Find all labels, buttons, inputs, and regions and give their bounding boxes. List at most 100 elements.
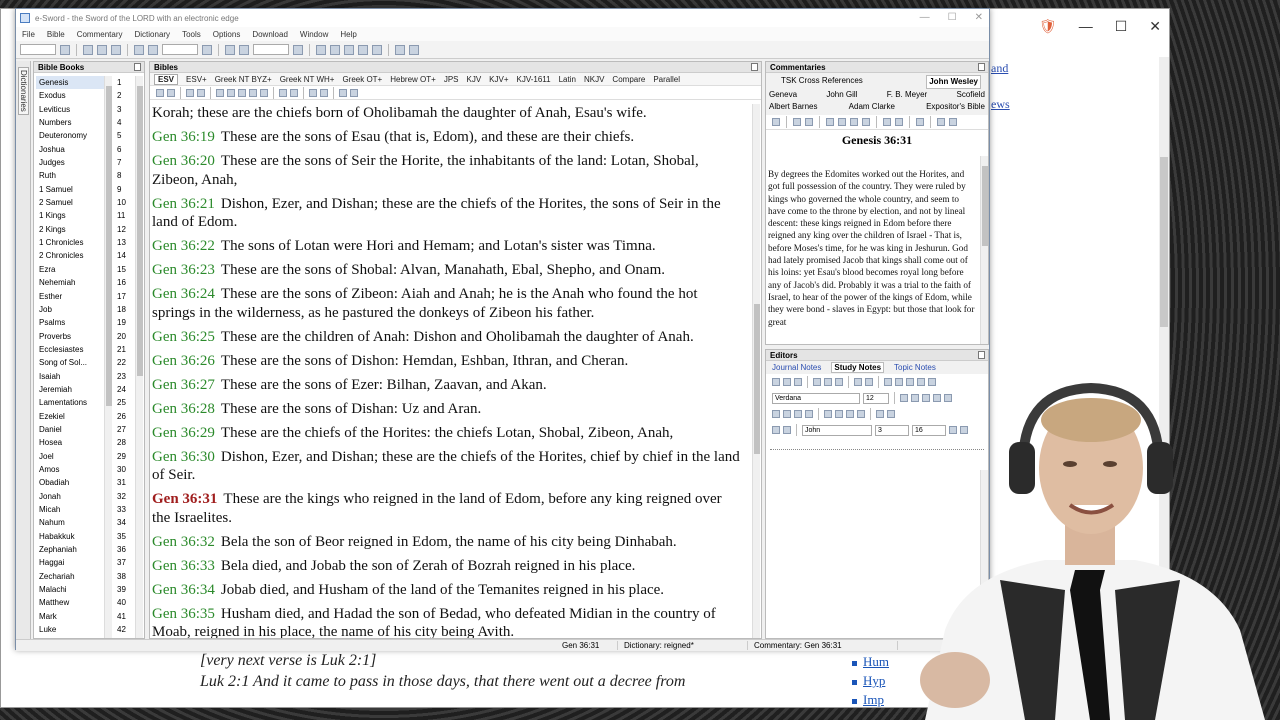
print-icon[interactable] <box>794 378 802 386</box>
edit-icon[interactable] <box>937 118 945 126</box>
paste-icon[interactable] <box>835 378 843 386</box>
bible-text-scrollbar[interactable] <box>752 104 760 638</box>
tab-tsk-cross-references[interactable]: TSK Cross References <box>781 75 863 89</box>
book-item[interactable]: Exodus <box>36 89 111 102</box>
book-item[interactable]: Mark <box>36 610 111 623</box>
copy-verse-icon[interactable] <box>238 88 246 97</box>
highlight-dropdown-icon[interactable] <box>895 118 903 126</box>
undo-icon[interactable] <box>854 378 862 386</box>
pin-icon[interactable] <box>978 63 985 71</box>
book-item[interactable]: Micah <box>36 503 111 516</box>
copy-verse-icon[interactable] <box>260 88 268 97</box>
dictionaries-strip[interactable]: Dictionaries <box>16 61 31 639</box>
side-link[interactable]: Hyp <box>852 671 912 690</box>
search-icon[interactable] <box>186 88 194 97</box>
back-icon[interactable] <box>83 44 93 55</box>
book-item[interactable]: Jonah <box>36 490 111 503</box>
link-icon[interactable] <box>884 378 892 386</box>
book-item[interactable]: Daniel <box>36 423 111 436</box>
verse[interactable]: Gen 36:22 The sons of Lotan were Hori and… <box>152 237 742 256</box>
spell-check-icon[interactable] <box>783 378 791 386</box>
book-item[interactable]: Leviticus <box>36 103 111 116</box>
verse[interactable]: Gen 36:27 These are the sons of Ezer: Bil… <box>152 376 742 395</box>
side-link[interactable]: Hum <box>852 652 912 671</box>
verse-reference[interactable]: Gen 36:22 <box>152 238 215 254</box>
outdent-icon[interactable] <box>846 410 854 418</box>
tab-topic-notes[interactable]: Topic Notes <box>894 363 936 372</box>
font-select[interactable]: Verdana <box>772 392 860 404</box>
verse-reference[interactable]: Gen 36:19 <box>152 129 215 145</box>
search-select[interactable] <box>162 44 198 55</box>
verse-reference[interactable]: Gen 36:30 <box>152 449 215 465</box>
print-icon[interactable] <box>167 88 175 97</box>
minimize-icon[interactable]: — <box>1079 18 1093 34</box>
verse-reference[interactable]: Gen 36:24 <box>152 286 215 302</box>
tab-bible-translation[interactable]: Greek NT WH+ <box>280 75 335 84</box>
verse[interactable]: Gen 36:29 These are the chiefs of the Hor… <box>152 424 742 443</box>
book-list[interactable]: Genesis Exodus Leviticus Numbers Deuteronomy… <box>36 76 111 638</box>
book-item[interactable]: Habakkuk <box>36 530 111 543</box>
book-item[interactable]: Zephaniah <box>36 543 111 556</box>
bookmark-select[interactable] <box>253 44 289 55</box>
bookmark-icon[interactable] <box>239 44 249 55</box>
sync-icon[interactable] <box>339 88 347 97</box>
book-item[interactable]: Lamentations <box>36 396 111 409</box>
book-item[interactable]: Malachi <box>36 583 111 596</box>
bible-text[interactable]: Korah; these are the chiefs born of Ohol… <box>152 104 742 638</box>
book-item[interactable]: Ecclesiastes <box>36 343 111 356</box>
close-icon[interactable]: ✕ <box>1149 18 1161 35</box>
menu-tools[interactable]: Tools <box>182 30 201 39</box>
paragraph-icon[interactable] <box>887 410 895 418</box>
verse[interactable]: Korah; these are the chiefs born of Ohol… <box>152 104 742 123</box>
tab-john-wesley[interactable]: John Wesley <box>926 75 981 89</box>
indent-icon[interactable] <box>857 410 865 418</box>
pin-icon[interactable] <box>134 63 141 71</box>
book-item[interactable]: Isaiah <box>36 370 111 383</box>
book-item[interactable]: 2 Chronicles <box>36 249 111 262</box>
chapter-select[interactable]: 3 <box>875 424 909 436</box>
dictionaries-tab[interactable]: Dictionaries <box>18 67 29 115</box>
verse-reference[interactable]: Gen 36:31 <box>152 491 217 507</box>
book-item[interactable]: 1 Kings <box>36 209 111 222</box>
tab-albert-barnes[interactable]: Albert Barnes <box>769 101 817 113</box>
tab-geneva[interactable]: Geneva <box>769 89 797 101</box>
verse-reference[interactable]: Gen 36:35 <box>152 606 215 622</box>
search-icon[interactable] <box>805 118 813 126</box>
zoom-icon[interactable] <box>309 88 317 97</box>
tag-icon[interactable] <box>225 44 235 55</box>
verse-reference[interactable]: Gen 36:21 <box>152 196 215 212</box>
book-item[interactable]: Zechariah <box>36 570 111 583</box>
tab-expositors-bible[interactable]: Expositor's Bible <box>926 101 985 113</box>
tab-bible-translation[interactable]: Compare <box>612 75 645 84</box>
book-item[interactable]: Obadiah <box>36 476 111 489</box>
align-center-icon[interactable] <box>783 410 791 418</box>
menu-dictionary[interactable]: Dictionary <box>134 30 170 39</box>
chapter-list-scrollbar[interactable] <box>135 76 143 638</box>
book-item[interactable]: Numbers <box>36 116 111 129</box>
book-item[interactable]: Genesis <box>36 76 111 90</box>
next-icon[interactable] <box>111 44 121 55</box>
verse-reference[interactable]: Gen 36:29 <box>152 425 215 441</box>
book-item[interactable]: 2 Kings <box>36 223 111 236</box>
tab-fb-meyer[interactable]: F. B. Meyer <box>887 89 927 101</box>
panel-icon[interactable] <box>949 118 957 126</box>
book-item[interactable]: Luke <box>36 623 111 636</box>
book-item[interactable]: 2 Samuel <box>36 196 111 209</box>
minimize-button[interactable]: — <box>920 9 930 27</box>
highlight-dropdown-icon[interactable] <box>290 88 298 97</box>
toolbar-button-icon[interactable] <box>60 44 70 55</box>
font-size-select[interactable]: 12 <box>863 392 889 404</box>
zoom-icon[interactable] <box>916 118 924 126</box>
book-item[interactable]: 1 Chronicles <box>36 236 111 249</box>
save-icon[interactable] <box>772 426 780 434</box>
bookmark-icon[interactable] <box>216 88 224 97</box>
verse[interactable]: Gen 36:21 Dishon, Ezer, and Dishan; these… <box>152 195 742 232</box>
menu-file[interactable]: File <box>22 30 35 39</box>
highlight-icon[interactable] <box>883 118 891 126</box>
verse[interactable]: Gen 36:34 Jobab died, and Husham of the l… <box>152 581 742 600</box>
verse[interactable]: Gen 36:19 These are the sons of Esau (tha… <box>152 128 742 147</box>
copy-icon[interactable] <box>824 378 832 386</box>
menu-commentary[interactable]: Commentary <box>77 30 123 39</box>
maximize-button[interactable]: ☐ <box>948 9 957 27</box>
tab-bible-translation[interactable]: NKJV <box>584 75 604 84</box>
